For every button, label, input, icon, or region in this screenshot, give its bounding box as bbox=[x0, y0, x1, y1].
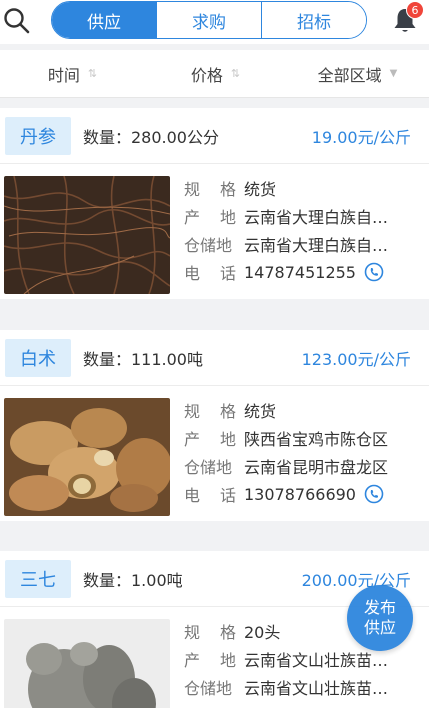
fab-line1: 发布 bbox=[363, 598, 396, 617]
tab-purchase[interactable]: 求购 bbox=[157, 2, 262, 38]
origin-value: 云南省大理白族自… bbox=[244, 208, 389, 227]
listing-card[interactable]: 丹参 数量：280.00公分 19.00元/公斤 规 格 统货 产 地 云南省大… bbox=[0, 108, 429, 299]
top-bar: 供应 求购 招标 6 bbox=[0, 0, 429, 44]
storage-row: 仓储地 云南省大理白族自… bbox=[184, 230, 424, 258]
product-image bbox=[4, 619, 170, 708]
filter-bar: 时间 ⇅ 价格 ⇅ 全部区域 ▼ bbox=[0, 50, 429, 98]
listing-header: 丹参 数量：280.00公分 19.00元/公斤 bbox=[0, 108, 429, 164]
filter-region-label: 全部区域 bbox=[317, 65, 382, 85]
publish-supply-button[interactable]: 发布 供应 bbox=[347, 585, 413, 651]
storage-row: 仓储地 云南省昆明市盘龙区 bbox=[184, 452, 424, 480]
notification-badge: 6 bbox=[406, 1, 424, 19]
quantity: 数量：1.00吨 bbox=[83, 571, 183, 590]
listing-header: 白术 数量：111.00吨 123.00元/公斤 bbox=[0, 330, 429, 386]
tab-tender[interactable]: 招标 bbox=[262, 2, 366, 38]
phone-value[interactable]: 13078766690 bbox=[244, 485, 356, 504]
tab-supply[interactable]: 供应 bbox=[52, 2, 157, 38]
storage-label: 仓储地 bbox=[184, 236, 233, 255]
storage-value: 云南省大理白族自… bbox=[244, 236, 389, 255]
filter-price[interactable]: 价格 ⇅ bbox=[143, 50, 286, 97]
spec-row: 规格 统货 bbox=[184, 396, 424, 424]
product-image bbox=[4, 398, 170, 516]
phone-label: 电话 bbox=[184, 486, 236, 505]
spec-label: 规格 bbox=[184, 402, 236, 421]
filter-price-label: 价格 bbox=[190, 65, 223, 85]
origin-value: 陕西省宝鸡市陈仓区 bbox=[244, 430, 389, 449]
origin-row: 产地 陕西省宝鸡市陈仓区 bbox=[184, 424, 424, 452]
phone-row[interactable]: 电话 13078766690 bbox=[184, 480, 424, 508]
spec-value: 统货 bbox=[244, 180, 277, 199]
storage-label: 仓储地 bbox=[184, 679, 233, 698]
search-icon[interactable] bbox=[2, 6, 32, 36]
filter-time[interactable]: 时间 ⇅ bbox=[0, 50, 143, 97]
filter-region[interactable]: 全部区域 ▼ bbox=[286, 50, 429, 97]
origin-row: 产地 云南省大理白族自… bbox=[184, 202, 424, 230]
spec-label: 规格 bbox=[184, 180, 236, 199]
fab-line2: 供应 bbox=[363, 618, 396, 637]
product-name: 白术 bbox=[5, 339, 71, 377]
price: 123.00元/公斤 bbox=[301, 350, 411, 369]
spec-value: 20头 bbox=[244, 623, 281, 642]
phone-icon[interactable] bbox=[364, 484, 384, 504]
quantity: 数量：111.00吨 bbox=[83, 350, 203, 369]
listing-card[interactable]: 白术 数量：111.00吨 123.00元/公斤 规格 统货 产 地 陕西省宝鸡… bbox=[0, 330, 429, 521]
sort-icon: ⇅ bbox=[230, 67, 240, 80]
product-name: 三七 bbox=[5, 560, 71, 598]
phone-icon[interactable] bbox=[364, 262, 384, 282]
storage-value: 云南省文山壮族苗… bbox=[244, 679, 389, 698]
spec-value: 统货 bbox=[244, 402, 277, 421]
product-name: 丹参 bbox=[5, 117, 71, 155]
origin-label: 产地 bbox=[184, 651, 236, 670]
storage-label: 仓储地 bbox=[184, 458, 233, 477]
category-tabs: 供应 求购 招标 bbox=[51, 1, 367, 39]
product-image bbox=[4, 176, 170, 294]
phone-value[interactable]: 14787451255 bbox=[244, 263, 356, 282]
storage-row: 仓储地 云南省文山壮族苗… bbox=[184, 673, 424, 701]
storage-value: 云南省昆明市盘龙区 bbox=[244, 458, 389, 477]
origin-label: 产地 bbox=[184, 430, 236, 449]
phone-row[interactable]: 电话 14787451255 bbox=[184, 258, 424, 286]
spec-row: 规格 统货 bbox=[184, 174, 424, 202]
quantity: 数量：280.00公分 bbox=[83, 128, 219, 147]
phone-label: 电话 bbox=[184, 264, 236, 283]
caret-down-icon: ▼ bbox=[389, 68, 398, 79]
spec-label: 规格 bbox=[184, 623, 236, 642]
filter-time-label: 时间 bbox=[47, 65, 80, 85]
price: 19.00元/公斤 bbox=[311, 128, 411, 147]
sort-icon: ⇅ bbox=[87, 67, 97, 80]
notifications-button[interactable]: 6 bbox=[392, 1, 424, 36]
origin-value: 云南省文山壮族苗… bbox=[244, 651, 389, 670]
origin-label: 产地 bbox=[184, 208, 236, 227]
